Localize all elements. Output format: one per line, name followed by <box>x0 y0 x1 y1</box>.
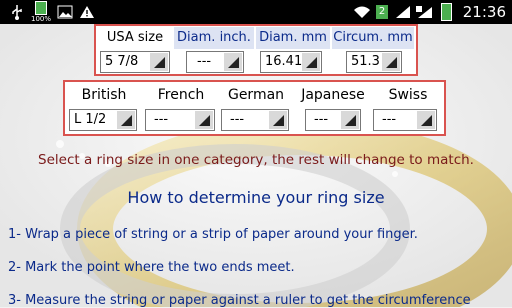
french-select[interactable]: --- <box>145 109 215 131</box>
dropdown-arrow-icon <box>417 111 435 129</box>
dropdown-arrow-icon <box>302 53 320 71</box>
circum-mm-select[interactable]: 51.3 <box>346 51 402 73</box>
top-size-table: USA size Diam. inch. Diam. mm Circum. mm… <box>94 24 418 76</box>
step-3: 3- Measure the string or paper against a… <box>8 293 471 308</box>
battery-percent-label: 100% <box>30 15 51 23</box>
german-select[interactable]: --- <box>221 109 289 131</box>
usa-size-value: 5 7/8 <box>105 54 139 69</box>
step-2: 2- Mark the point where the two ends mee… <box>8 260 295 275</box>
dropdown-arrow-icon <box>382 53 400 71</box>
howto-title: How to determine your ring size <box>127 188 385 207</box>
clock: 21:36 <box>462 3 506 21</box>
header-british: British <box>81 87 127 103</box>
roaming-signal-icon <box>414 0 434 24</box>
image-icon <box>56 0 74 24</box>
header-usa-size: USA size <box>98 27 172 49</box>
dropdown-arrow-icon <box>341 111 359 129</box>
signal-icon <box>394 0 412 24</box>
diam-inch-select[interactable]: --- <box>186 51 244 73</box>
german-value: --- <box>230 112 245 127</box>
battery-status-icon <box>438 0 454 24</box>
french-value: --- <box>154 112 169 127</box>
header-japanese: Japanese <box>301 87 365 103</box>
usa-size-select[interactable]: 5 7/8 <box>100 51 170 73</box>
japanese-value: --- <box>314 112 329 127</box>
usb-icon <box>6 0 28 24</box>
international-size-table: British French German Japanese Swiss L 1… <box>63 80 446 136</box>
swiss-select[interactable]: --- <box>373 109 437 131</box>
header-german: German <box>227 87 285 103</box>
notification-count: 2 <box>376 5 388 19</box>
dropdown-arrow-icon <box>269 111 287 129</box>
header-swiss: Swiss <box>388 87 428 103</box>
dropdown-arrow-icon <box>117 111 135 129</box>
battery-icon: 100% <box>30 0 52 24</box>
sim-icon: 2 <box>374 0 390 24</box>
diam-inch-value: --- <box>197 54 212 69</box>
header-diam-mm: Diam. mm <box>256 27 330 49</box>
header-french: French <box>157 87 205 103</box>
swiss-value: --- <box>382 112 397 127</box>
warning-icon <box>78 0 96 24</box>
british-select[interactable]: L 1/2 <box>69 109 137 131</box>
japanese-select[interactable]: --- <box>305 109 361 131</box>
dropdown-arrow-icon <box>150 53 168 71</box>
diam-mm-value: 16.41 <box>265 54 303 69</box>
header-diam-inch: Diam. inch. <box>174 27 254 49</box>
step-1: 1- Wrap a piece of string or a strip of … <box>8 227 418 242</box>
header-circum-mm: Circum. mm <box>332 27 414 49</box>
british-value: L 1/2 <box>74 112 107 127</box>
instruction-hint: Select a ring size in one category, the … <box>38 152 474 168</box>
diam-mm-select[interactable]: 16.41 <box>260 51 322 73</box>
main-content: USA size Diam. inch. Diam. mm Circum. mm… <box>0 24 512 308</box>
wifi-icon <box>352 0 372 24</box>
status-bar: 100% 2 21:36 <box>0 0 512 24</box>
circum-mm-value: 51.3 <box>351 54 380 69</box>
dropdown-arrow-icon <box>224 53 242 71</box>
dropdown-arrow-icon <box>195 111 213 129</box>
